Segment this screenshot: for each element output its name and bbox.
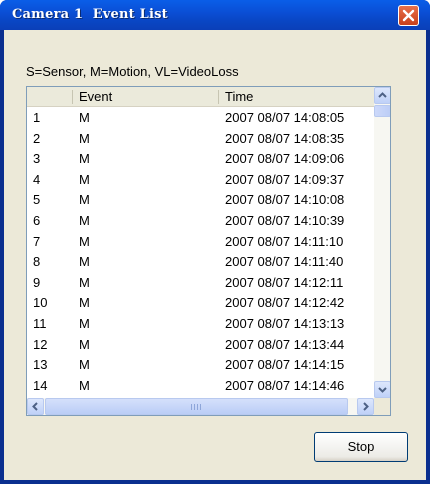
table-row[interactable]: 1 M 2007 08/07 14:08:05	[27, 110, 374, 126]
event-type-cell: M	[79, 110, 90, 125]
column-header-index[interactable]	[27, 87, 72, 106]
table-row[interactable]: 13 M 2007 08/07 14:14:15	[27, 357, 374, 373]
event-time-cell: 2007 08/07 14:10:08	[225, 192, 345, 208]
table-row[interactable]: 11 M 2007 08/07 14:13:13	[27, 316, 374, 332]
legend-text: S=Sensor, M=Motion, VL=VideoLoss	[26, 64, 239, 79]
scroll-down-button[interactable]	[374, 381, 390, 398]
horizontal-scrollbar[interactable]	[27, 398, 374, 415]
event-type-cell: M	[79, 254, 90, 270]
row-index-cell: 8	[33, 254, 41, 270]
event-type-cell: M	[79, 295, 90, 311]
row-index-cell: 5	[33, 192, 41, 208]
event-time-cell: 2007 08/07 14:08:35	[225, 130, 345, 146]
title-bar[interactable]: Camera 1 Event List	[0, 0, 430, 30]
scroll-right-button[interactable]	[357, 398, 374, 415]
table-row[interactable]: 10 M 2007 08/07 14:12:42	[27, 295, 374, 311]
row-index-cell: 6	[33, 213, 41, 228]
event-time-cell: 2007 08/07 14:13:13	[225, 316, 345, 331]
row-index-cell: 13	[33, 357, 48, 373]
chevron-left-icon	[32, 402, 38, 411]
event-type-cell: M	[79, 336, 90, 352]
window-client: S=Sensor, M=Motion, VL=VideoLoss Event T…	[4, 30, 426, 480]
table-row[interactable]: 7 M 2007 08/07 14:11:10	[27, 234, 374, 250]
stop-button[interactable]: Stop	[314, 432, 408, 462]
row-index-cell: 11	[33, 316, 47, 331]
event-list-window: Camera 1 Event List S=Sensor, M=Motion, …	[0, 0, 430, 484]
event-type-cell: M	[79, 213, 90, 228]
row-index-cell: 14	[33, 377, 48, 393]
table-row[interactable]: 12 M 2007 08/07 14:13:44	[27, 337, 374, 353]
vertical-scrollbar[interactable]	[374, 87, 390, 398]
table-row[interactable]: 5 M 2007 08/07 14:10:08	[27, 192, 374, 208]
event-time-cell: 2007 08/07 14:09:06	[225, 151, 345, 167]
event-type-cell: M	[79, 316, 90, 331]
table-row[interactable]: 9 M 2007 08/07 14:12:11	[27, 275, 374, 291]
table-row[interactable]: 3 M 2007 08/07 14:09:06	[27, 151, 374, 167]
event-time-cell: 2007 08/07 14:14:46	[225, 377, 345, 393]
event-time-cell: 2007 08/07 14:08:05	[225, 110, 345, 125]
table-row[interactable]: 4 M 2007 08/07 14:09:37	[27, 172, 374, 188]
event-time-cell: 2007 08/07 14:14:15	[225, 357, 345, 373]
list-header: Event Time	[27, 87, 374, 107]
close-icon	[402, 9, 415, 22]
event-time-cell: 2007 08/07 14:13:44	[225, 336, 345, 352]
table-row[interactable]: 2 M 2007 08/07 14:08:35	[27, 131, 374, 147]
event-time-cell: 2007 08/07 14:11:10	[225, 233, 344, 249]
event-time-cell: 2007 08/07 14:11:40	[225, 254, 344, 270]
event-type-cell: M	[79, 192, 90, 208]
row-index-cell: 2	[33, 130, 41, 146]
event-type-cell: M	[79, 233, 90, 249]
chevron-up-icon	[378, 92, 387, 98]
table-row[interactable]: 14 M 2007 08/07 14:14:46	[27, 378, 374, 394]
event-type-cell: M	[79, 130, 90, 146]
scroll-grip	[191, 404, 202, 410]
chevron-down-icon	[378, 387, 387, 393]
table-row[interactable]: 8 M 2007 08/07 14:11:40	[27, 254, 374, 270]
close-button[interactable]	[398, 5, 419, 26]
column-header-time[interactable]: Time	[219, 87, 374, 106]
row-index-cell: 1	[33, 110, 41, 125]
event-type-cell: M	[79, 274, 90, 290]
column-header-event[interactable]: Event	[73, 87, 218, 106]
event-time-cell: 2007 08/07 14:12:11	[225, 274, 344, 290]
event-time-cell: 2007 08/07 14:09:37	[225, 171, 345, 187]
event-type-cell: M	[79, 151, 90, 167]
event-time-cell: 2007 08/07 14:12:42	[225, 295, 345, 311]
event-type-cell: M	[79, 377, 90, 393]
horizontal-scroll-thumb[interactable]	[45, 398, 348, 415]
chevron-right-icon	[363, 402, 369, 411]
event-time-cell: 2007 08/07 14:10:39	[225, 213, 345, 228]
table-row[interactable]: 6 M 2007 08/07 14:10:39	[27, 213, 374, 229]
scroll-up-button[interactable]	[374, 87, 390, 104]
row-index-cell: 12	[33, 336, 48, 352]
row-index-cell: 4	[33, 171, 41, 187]
event-list[interactable]: Event Time 1 M 2007 08/07 14:08:05 2 M 2007 0…	[26, 86, 391, 416]
row-index-cell: 3	[33, 151, 41, 167]
scroll-left-button[interactable]	[27, 398, 44, 415]
event-type-cell: M	[79, 357, 90, 373]
window-title: Camera 1 Event List	[12, 7, 168, 22]
scrollbar-corner	[374, 398, 390, 415]
row-index-cell: 7	[33, 233, 41, 249]
vertical-scroll-thumb[interactable]	[374, 105, 390, 117]
row-index-cell: 10	[33, 295, 48, 311]
row-index-cell: 9	[33, 274, 41, 290]
event-type-cell: M	[79, 171, 90, 187]
